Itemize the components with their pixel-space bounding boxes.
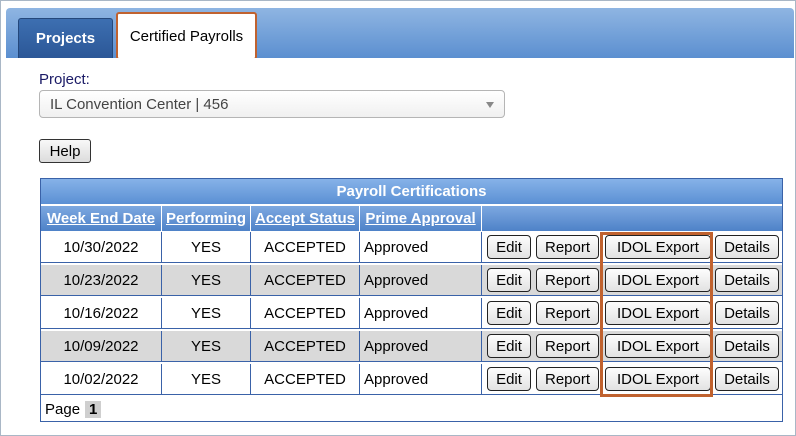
tab-certified-payrolls[interactable]: Certified Payrolls bbox=[116, 12, 257, 60]
idol-export-button[interactable]: IDOL Export bbox=[605, 367, 711, 391]
idol-export-button[interactable]: IDOL Export bbox=[605, 301, 711, 325]
edit-button[interactable]: Edit bbox=[487, 268, 531, 292]
cell-accept-status: ACCEPTED bbox=[251, 331, 360, 362]
table-row: 10/30/2022 YES ACCEPTED Approved Edit Re… bbox=[41, 232, 782, 263]
idol-export-button[interactable]: IDOL Export bbox=[605, 235, 711, 259]
details-button[interactable]: Details bbox=[715, 268, 779, 292]
cell-prime-approval: Approved bbox=[360, 265, 482, 296]
table-row: 10/16/2022 YES ACCEPTED Approved Edit Re… bbox=[41, 298, 782, 329]
details-button[interactable]: Details bbox=[715, 334, 779, 358]
cell-actions: Edit Report IDOL Export Details bbox=[482, 232, 782, 263]
report-button[interactable]: Report bbox=[536, 301, 599, 325]
cell-week-end-date: 10/23/2022 bbox=[41, 265, 162, 296]
edit-button[interactable]: Edit bbox=[487, 334, 531, 358]
payroll-certifications-table: Payroll Certifications Week End Date Per… bbox=[40, 178, 783, 422]
cell-actions: Edit Report IDOL Export Details bbox=[482, 265, 782, 296]
cell-accept-status: ACCEPTED bbox=[251, 364, 360, 395]
cell-prime-approval: Approved bbox=[360, 364, 482, 395]
header-accept-status[interactable]: Accept Status bbox=[251, 206, 359, 231]
tab-strip: Projects Certified Payrolls bbox=[6, 8, 794, 60]
cell-performing: YES bbox=[162, 331, 251, 362]
header-week-end-date[interactable]: Week End Date bbox=[41, 206, 161, 231]
cell-accept-status: ACCEPTED bbox=[251, 265, 360, 296]
table-row: 10/09/2022 YES ACCEPTED Approved Edit Re… bbox=[41, 331, 782, 362]
project-select-value: IL Convention Center | 456 bbox=[50, 95, 229, 113]
report-button[interactable]: Report bbox=[536, 268, 599, 292]
cell-actions: Edit Report IDOL Export Details bbox=[482, 331, 782, 362]
edit-button[interactable]: Edit bbox=[487, 235, 531, 259]
chevron-down-icon bbox=[486, 102, 494, 108]
report-button[interactable]: Report bbox=[536, 235, 599, 259]
page-number-current[interactable]: 1 bbox=[85, 401, 102, 418]
project-label: Project: bbox=[39, 71, 90, 88]
report-button[interactable]: Report bbox=[536, 367, 599, 391]
cell-week-end-date: 10/09/2022 bbox=[41, 331, 162, 362]
cell-performing: YES bbox=[162, 364, 251, 395]
idol-export-button[interactable]: IDOL Export bbox=[605, 334, 711, 358]
cell-week-end-date: 10/02/2022 bbox=[41, 364, 162, 395]
idol-export-button[interactable]: IDOL Export bbox=[605, 268, 711, 292]
cell-week-end-date: 10/30/2022 bbox=[41, 232, 162, 263]
details-button[interactable]: Details bbox=[715, 367, 779, 391]
header-actions bbox=[482, 206, 782, 231]
table-row: 10/02/2022 YES ACCEPTED Approved Edit Re… bbox=[41, 364, 782, 395]
edit-button[interactable]: Edit bbox=[487, 301, 531, 325]
cell-performing: YES bbox=[162, 265, 251, 296]
table-pager: Page 1 bbox=[41, 398, 786, 421]
cell-accept-status: ACCEPTED bbox=[251, 232, 360, 263]
cell-performing: YES bbox=[162, 298, 251, 329]
details-button[interactable]: Details bbox=[715, 301, 779, 325]
cell-performing: YES bbox=[162, 232, 251, 263]
cell-prime-approval: Approved bbox=[360, 232, 482, 263]
help-button[interactable]: Help bbox=[39, 139, 91, 163]
cell-actions: Edit Report IDOL Export Details bbox=[482, 364, 782, 395]
edit-button[interactable]: Edit bbox=[487, 367, 531, 391]
header-prime-approval[interactable]: Prime Approval bbox=[360, 206, 481, 231]
page-label: Page bbox=[45, 401, 81, 418]
project-select[interactable]: IL Convention Center | 456 bbox=[39, 90, 505, 118]
table-title: Payroll Certifications bbox=[41, 179, 782, 204]
tab-projects[interactable]: Projects bbox=[18, 18, 113, 58]
report-button[interactable]: Report bbox=[536, 334, 599, 358]
cell-prime-approval: Approved bbox=[360, 298, 482, 329]
cell-week-end-date: 10/16/2022 bbox=[41, 298, 162, 329]
cell-prime-approval: Approved bbox=[360, 331, 482, 362]
details-button[interactable]: Details bbox=[715, 235, 779, 259]
cell-accept-status: ACCEPTED bbox=[251, 298, 360, 329]
table-row: 10/23/2022 YES ACCEPTED Approved Edit Re… bbox=[41, 265, 782, 296]
cell-actions: Edit Report IDOL Export Details bbox=[482, 298, 782, 329]
header-performing[interactable]: Performing bbox=[162, 206, 250, 231]
